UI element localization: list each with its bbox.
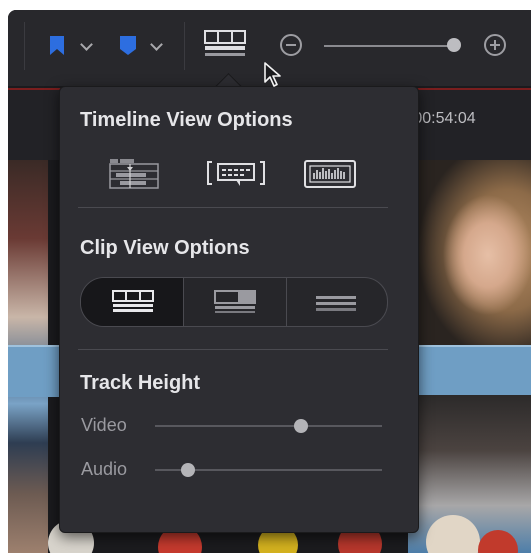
zoom-in-icon[interactable] — [484, 34, 506, 56]
filmstrip-view-button[interactable] — [81, 278, 183, 326]
simple-view-icon — [316, 296, 356, 311]
audio-waveforms-button[interactable] — [304, 159, 356, 189]
track-height-title: Track Height — [80, 372, 201, 394]
clip-view-options-title: Clip View Options — [80, 237, 250, 259]
mouse-pointer-icon — [264, 62, 281, 87]
view-options-popover: Timeline View Options Clip View Options … — [59, 86, 419, 533]
zoom-out-icon[interactable] — [280, 34, 302, 56]
video-height-label: Video — [81, 415, 127, 435]
chevron-down-icon — [80, 38, 93, 51]
flag-dropdown-button[interactable] — [48, 32, 96, 60]
toolbar-divider — [184, 22, 185, 70]
app-frame: 1:00:54:04 Timeline View Options Clip Vi… — [0, 0, 531, 553]
marker-icon — [120, 36, 136, 55]
audio-height-label: Audio — [81, 459, 128, 479]
section-divider — [78, 349, 388, 350]
stacked-timelines-icon — [109, 159, 159, 189]
subtitle-tracks-button[interactable] — [206, 159, 265, 189]
zoom-slider-thumb[interactable] — [447, 38, 461, 52]
zoom-slider-track[interactable] — [324, 45, 460, 47]
timeline-view-options-icon — [204, 30, 246, 56]
thumbnail-view-button[interactable] — [184, 278, 286, 326]
chevron-down-icon — [150, 38, 163, 51]
simple-view-button[interactable] — [287, 278, 387, 326]
timeline-window: 1:00:54:04 Timeline View Options Clip Vi… — [8, 10, 531, 553]
section-divider — [78, 207, 388, 208]
clip-view-segmented-control — [80, 277, 388, 327]
filmstrip-view-icon — [112, 290, 154, 312]
stacked-timelines-button[interactable] — [108, 159, 160, 189]
toolbar-divider — [24, 22, 25, 70]
video-clip-thumbnail — [408, 160, 531, 345]
timeline-view-options-title: Timeline View Options — [80, 109, 293, 131]
subtitle-tracks-icon — [207, 161, 265, 186]
video-height-slider-track[interactable] — [155, 425, 382, 427]
flag-icon — [50, 36, 64, 55]
audio-height-slider-thumb[interactable] — [181, 463, 195, 477]
audio-waveforms-icon — [304, 160, 356, 188]
video-height-slider-thumb[interactable] — [294, 419, 308, 433]
thumbnail-view-icon — [214, 290, 256, 313]
marker-dropdown-button[interactable] — [118, 32, 168, 60]
timeline-view-options-button[interactable] — [204, 30, 248, 60]
